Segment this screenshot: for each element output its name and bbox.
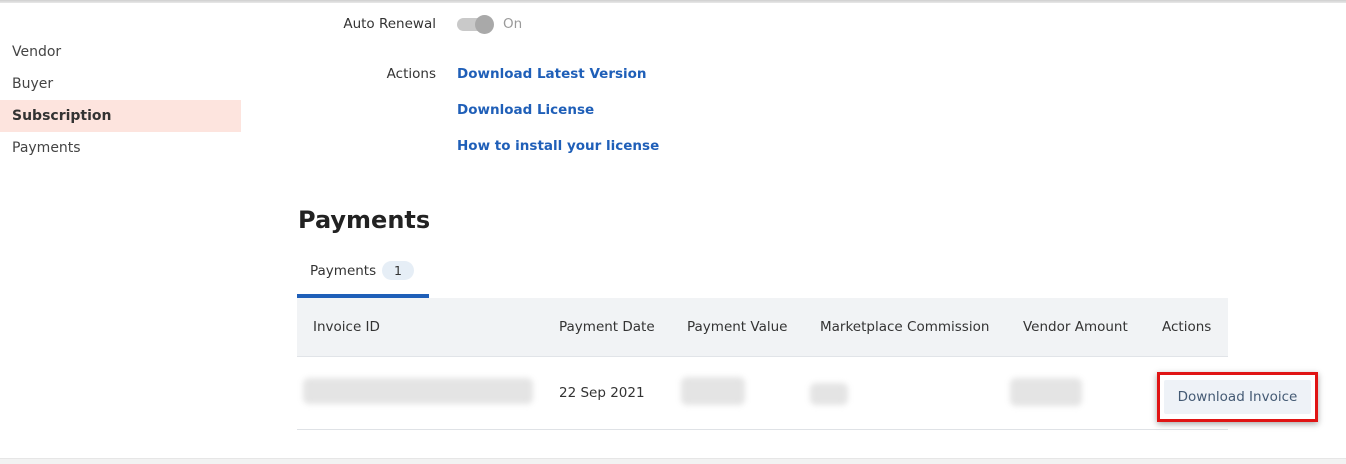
toggle-knob bbox=[475, 15, 494, 34]
tab-payments[interactable]: Payments 1 bbox=[297, 256, 429, 298]
auto-renewal-label: Auto Renewal bbox=[343, 16, 436, 32]
column-header-marketplace-commission: Marketplace Commission bbox=[820, 319, 990, 335]
sidebar-nav: Vendor Buyer Subscription Payments bbox=[0, 36, 241, 164]
redacted-marketplace-commission bbox=[810, 383, 848, 405]
highlight-box bbox=[1157, 372, 1318, 422]
sidebar-item-subscription[interactable]: Subscription bbox=[0, 100, 241, 132]
top-border bbox=[0, 0, 1346, 3]
actions-label: Actions bbox=[386, 66, 436, 82]
sidebar-item-buyer[interactable]: Buyer bbox=[0, 68, 241, 100]
install-license-link[interactable]: How to install your license bbox=[457, 138, 659, 154]
payment-date-cell: 22 Sep 2021 bbox=[559, 385, 645, 401]
column-header-vendor-amount: Vendor Amount bbox=[1023, 319, 1128, 335]
download-latest-version-link[interactable]: Download Latest Version bbox=[457, 66, 647, 82]
download-license-link[interactable]: Download License bbox=[457, 102, 594, 118]
tab-payments-label: Payments bbox=[310, 263, 377, 279]
bottom-border bbox=[0, 458, 1346, 464]
auto-renewal-toggle[interactable] bbox=[457, 15, 494, 34]
column-header-payment-value: Payment Value bbox=[687, 319, 788, 335]
table-row: 22 Sep 2021 bbox=[297, 357, 1228, 430]
auto-renewal-state: On bbox=[503, 16, 523, 32]
payments-section-title: Payments bbox=[298, 206, 431, 234]
tab-payments-count-badge: 1 bbox=[382, 261, 414, 280]
redacted-invoice-id bbox=[303, 378, 533, 404]
sidebar-item-vendor[interactable]: Vendor bbox=[0, 36, 241, 68]
redacted-payment-value bbox=[681, 377, 745, 405]
column-header-invoice-id: Invoice ID bbox=[313, 319, 380, 335]
table-header: Invoice ID Payment Date Payment Value Ma… bbox=[297, 298, 1228, 357]
sidebar-item-payments[interactable]: Payments bbox=[0, 132, 241, 164]
column-header-actions: Actions bbox=[1162, 319, 1212, 335]
column-header-payment-date: Payment Date bbox=[559, 319, 655, 335]
redacted-vendor-amount bbox=[1010, 378, 1082, 406]
payments-table: Invoice ID Payment Date Payment Value Ma… bbox=[297, 298, 1228, 430]
